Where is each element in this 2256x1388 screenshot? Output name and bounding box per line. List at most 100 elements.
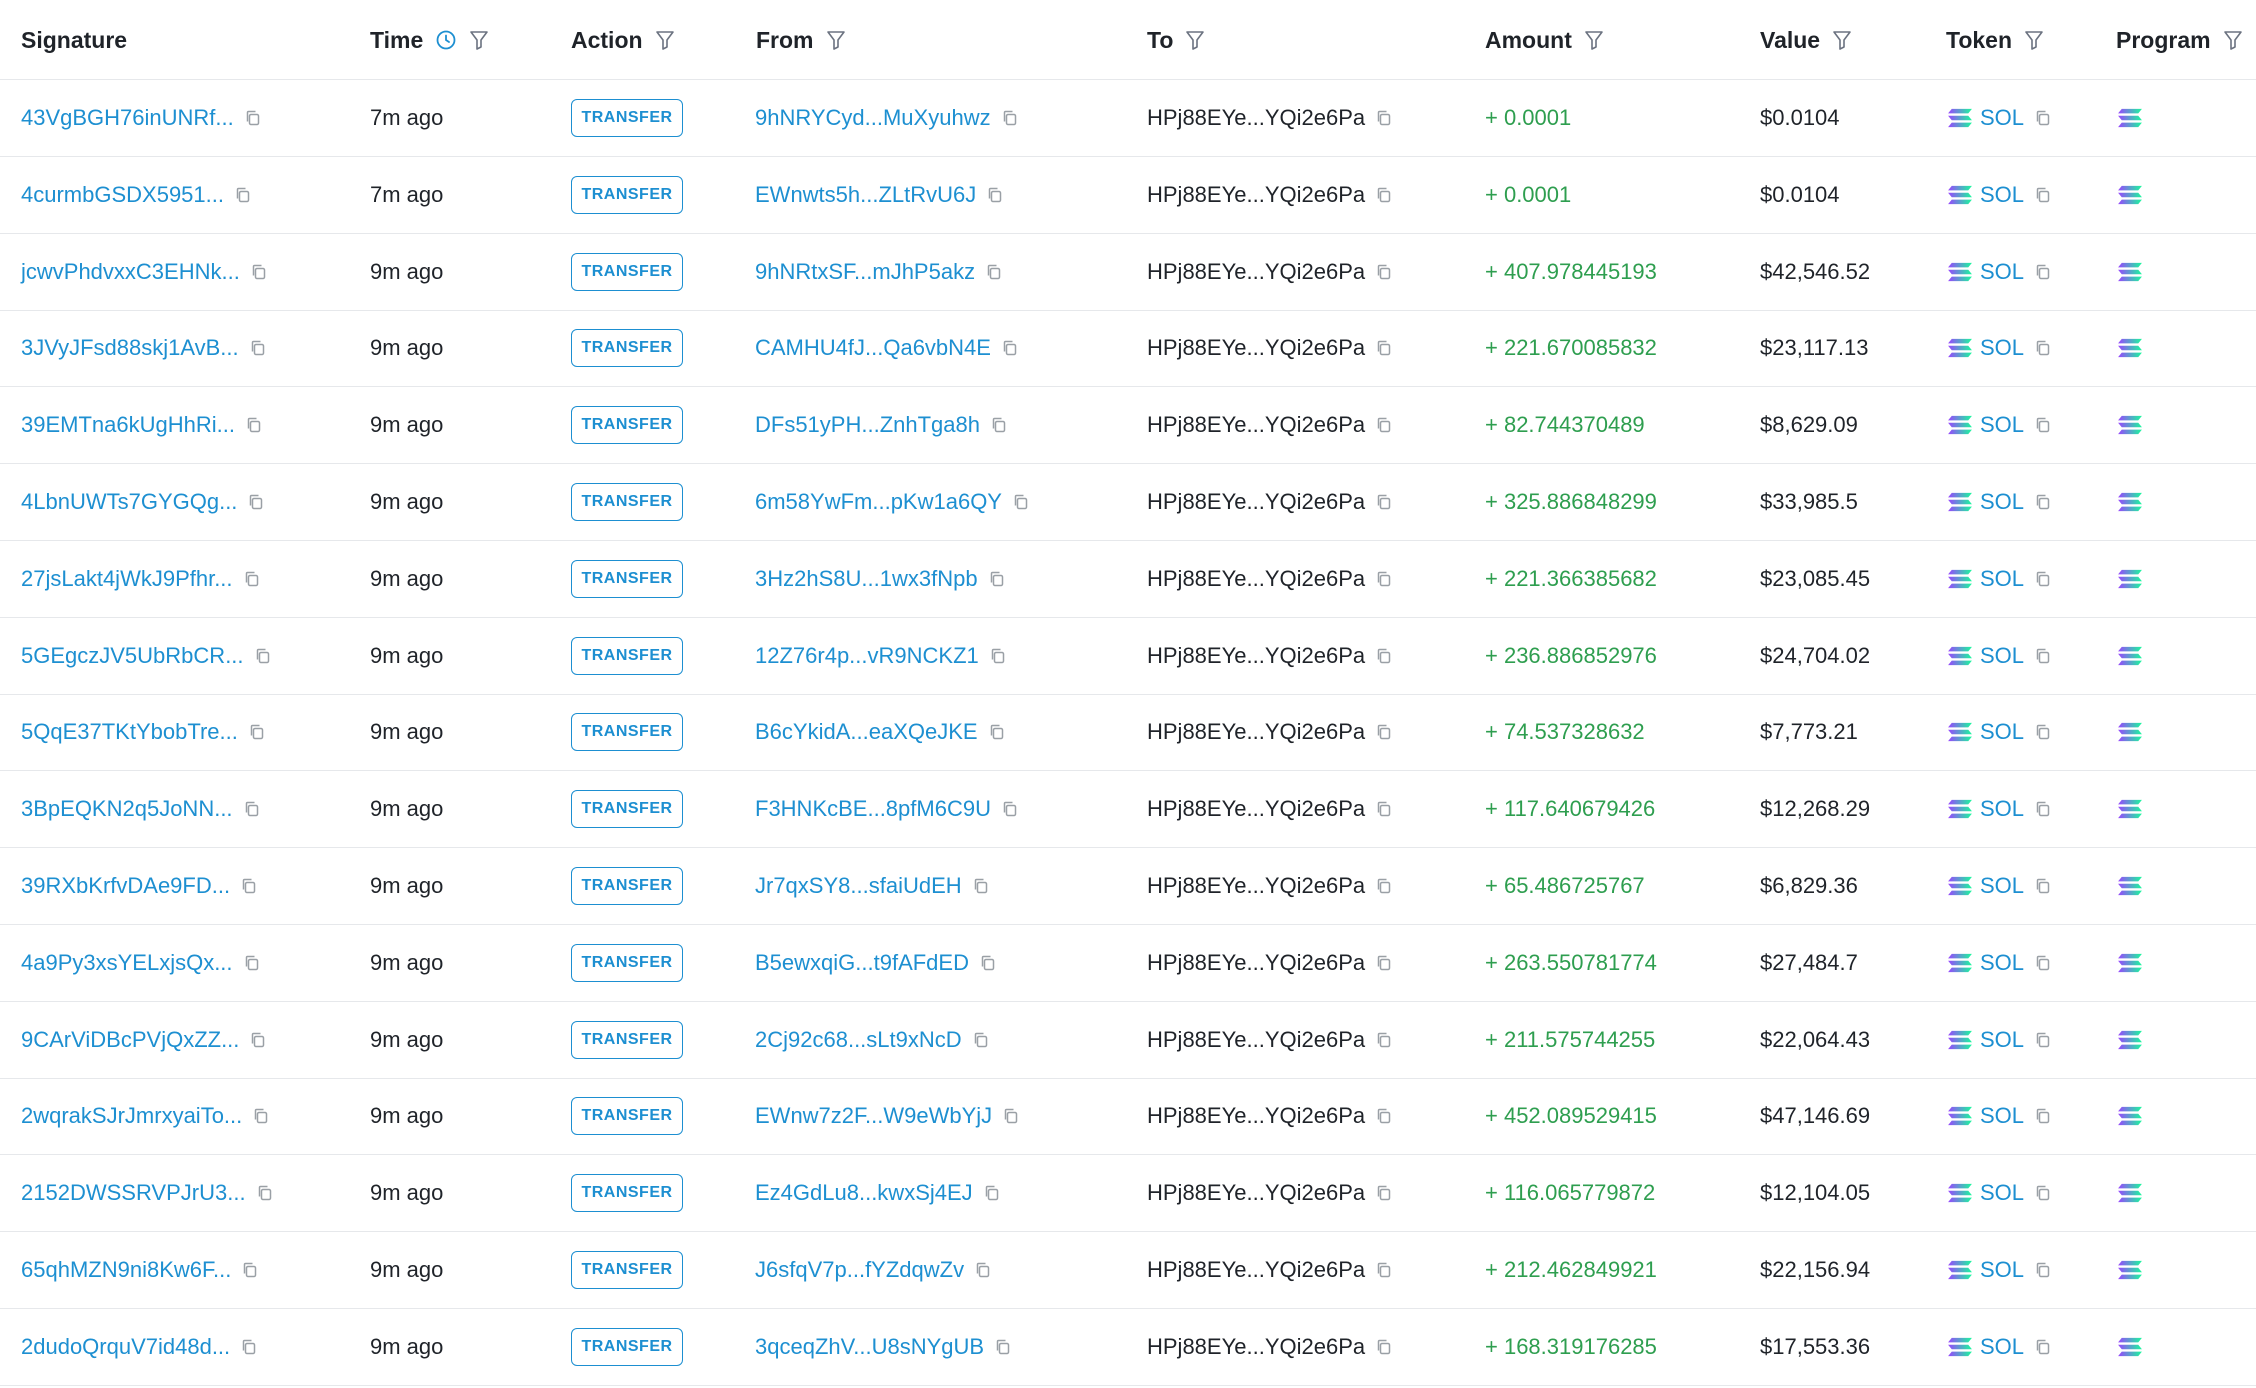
copy-icon[interactable]	[2034, 1261, 2052, 1279]
copy-icon[interactable]	[1375, 800, 1393, 818]
copy-icon[interactable]	[254, 647, 272, 665]
solana-program-icon[interactable]	[2116, 414, 2144, 436]
solana-program-icon[interactable]	[2116, 568, 2144, 590]
solana-program-icon[interactable]	[2116, 1105, 2144, 1127]
copy-icon[interactable]	[256, 1184, 274, 1202]
copy-icon[interactable]	[1001, 800, 1019, 818]
signature-link[interactable]: 39EMTna6kUgHhRi...	[21, 412, 235, 438]
copy-icon[interactable]	[988, 570, 1006, 588]
copy-icon[interactable]	[994, 1338, 1012, 1356]
filter-icon[interactable]	[826, 29, 846, 51]
from-address-link[interactable]: Jr7qxSY8...sfaiUdEH	[755, 873, 962, 899]
copy-icon[interactable]	[249, 1031, 267, 1049]
token-link[interactable]: SOL	[1980, 796, 2024, 822]
copy-icon[interactable]	[2034, 800, 2052, 818]
copy-icon[interactable]	[986, 186, 1004, 204]
copy-icon[interactable]	[2034, 263, 2052, 281]
signature-link[interactable]: jcwvPhdvxxC3EHNk...	[21, 259, 240, 285]
copy-icon[interactable]	[243, 800, 261, 818]
solana-program-icon[interactable]	[2116, 1336, 2144, 1358]
copy-icon[interactable]	[1001, 339, 1019, 357]
copy-icon[interactable]	[2034, 339, 2052, 357]
signature-link[interactable]: 65qhMZN9ni8Kw6F...	[21, 1257, 231, 1283]
copy-icon[interactable]	[1375, 186, 1393, 204]
from-address-link[interactable]: 9hNRYCyd...MuXyuhwz	[755, 105, 991, 131]
filter-icon[interactable]	[1832, 29, 1852, 51]
token-link[interactable]: SOL	[1980, 182, 2024, 208]
token-link[interactable]: SOL	[1980, 1027, 2024, 1053]
copy-icon[interactable]	[2034, 954, 2052, 972]
filter-icon[interactable]	[2024, 29, 2044, 51]
copy-icon[interactable]	[1001, 109, 1019, 127]
from-address-link[interactable]: DFs51yPH...ZnhTga8h	[755, 412, 980, 438]
signature-link[interactable]: 9CArViDBcPVjQxZZ...	[21, 1027, 239, 1053]
copy-icon[interactable]	[2034, 877, 2052, 895]
filter-icon[interactable]	[1584, 29, 1604, 51]
copy-icon[interactable]	[1375, 109, 1393, 127]
copy-icon[interactable]	[245, 416, 263, 434]
copy-icon[interactable]	[2034, 1107, 2052, 1125]
copy-icon[interactable]	[1375, 1031, 1393, 1049]
copy-icon[interactable]	[2034, 186, 2052, 204]
token-link[interactable]: SOL	[1980, 719, 2024, 745]
copy-icon[interactable]	[2034, 416, 2052, 434]
from-address-link[interactable]: 9hNRtxSF...mJhP5akz	[755, 259, 975, 285]
token-link[interactable]: SOL	[1980, 873, 2024, 899]
from-address-link[interactable]: EWnw7z2F...W9eWbYjJ	[755, 1103, 992, 1129]
solana-program-icon[interactable]	[2116, 721, 2144, 743]
copy-icon[interactable]	[2034, 1031, 2052, 1049]
copy-icon[interactable]	[234, 186, 252, 204]
signature-link[interactable]: 3JVyJFsd88skj1AvB...	[21, 335, 239, 361]
token-link[interactable]: SOL	[1980, 566, 2024, 592]
copy-icon[interactable]	[2034, 109, 2052, 127]
signature-link[interactable]: 43VgBGH76inUNRf...	[21, 105, 234, 131]
copy-icon[interactable]	[972, 1031, 990, 1049]
signature-link[interactable]: 4LbnUWTs7GYGQg...	[21, 489, 237, 515]
copy-icon[interactable]	[2034, 723, 2052, 741]
solana-program-icon[interactable]	[2116, 261, 2144, 283]
token-link[interactable]: SOL	[1980, 950, 2024, 976]
filter-icon[interactable]	[469, 29, 489, 51]
solana-program-icon[interactable]	[2116, 337, 2144, 359]
solana-program-icon[interactable]	[2116, 798, 2144, 820]
token-link[interactable]: SOL	[1980, 1180, 2024, 1206]
copy-icon[interactable]	[241, 1261, 259, 1279]
filter-icon[interactable]	[2223, 29, 2243, 51]
clock-icon[interactable]	[435, 29, 457, 51]
token-link[interactable]: SOL	[1980, 259, 2024, 285]
signature-link[interactable]: 4a9Py3xsYELxjsQx...	[21, 950, 233, 976]
copy-icon[interactable]	[1375, 416, 1393, 434]
solana-program-icon[interactable]	[2116, 645, 2144, 667]
copy-icon[interactable]	[2034, 493, 2052, 511]
signature-link[interactable]: 39RXbKrfvDAe9FD...	[21, 873, 230, 899]
from-address-link[interactable]: EWnwts5h...ZLtRvU6J	[755, 182, 976, 208]
from-address-link[interactable]: B6cYkidA...eaXQeJKE	[755, 719, 978, 745]
copy-icon[interactable]	[247, 493, 265, 511]
token-link[interactable]: SOL	[1980, 105, 2024, 131]
copy-icon[interactable]	[1375, 339, 1393, 357]
copy-icon[interactable]	[1002, 1107, 1020, 1125]
signature-link[interactable]: 2dudoQrquV7id48d...	[21, 1334, 230, 1360]
from-address-link[interactable]: J6sfqV7p...fYZdqwZv	[755, 1257, 964, 1283]
copy-icon[interactable]	[243, 954, 261, 972]
signature-link[interactable]: 5GEgczJV5UbRbCR...	[21, 643, 244, 669]
signature-link[interactable]: 2wqrakSJrJmrxyaiTo...	[21, 1103, 242, 1129]
solana-program-icon[interactable]	[2116, 184, 2144, 206]
token-link[interactable]: SOL	[1980, 643, 2024, 669]
token-link[interactable]: SOL	[1980, 489, 2024, 515]
signature-link[interactable]: 4curmbGSDX5951...	[21, 182, 224, 208]
copy-icon[interactable]	[250, 263, 268, 281]
solana-program-icon[interactable]	[2116, 1182, 2144, 1204]
from-address-link[interactable]: 2Cj92c68...sLt9xNcD	[755, 1027, 962, 1053]
signature-link[interactable]: 3BpEQKN2q5JoNN...	[21, 796, 233, 822]
solana-program-icon[interactable]	[2116, 1029, 2144, 1051]
copy-icon[interactable]	[1012, 493, 1030, 511]
signature-link[interactable]: 5QqE37TKtYbobTre...	[21, 719, 238, 745]
token-link[interactable]: SOL	[1980, 335, 2024, 361]
from-address-link[interactable]: Ez4GdLu8...kwxSj4EJ	[755, 1180, 973, 1206]
copy-icon[interactable]	[240, 1338, 258, 1356]
copy-icon[interactable]	[979, 954, 997, 972]
copy-icon[interactable]	[974, 1261, 992, 1279]
copy-icon[interactable]	[988, 723, 1006, 741]
copy-icon[interactable]	[1375, 570, 1393, 588]
